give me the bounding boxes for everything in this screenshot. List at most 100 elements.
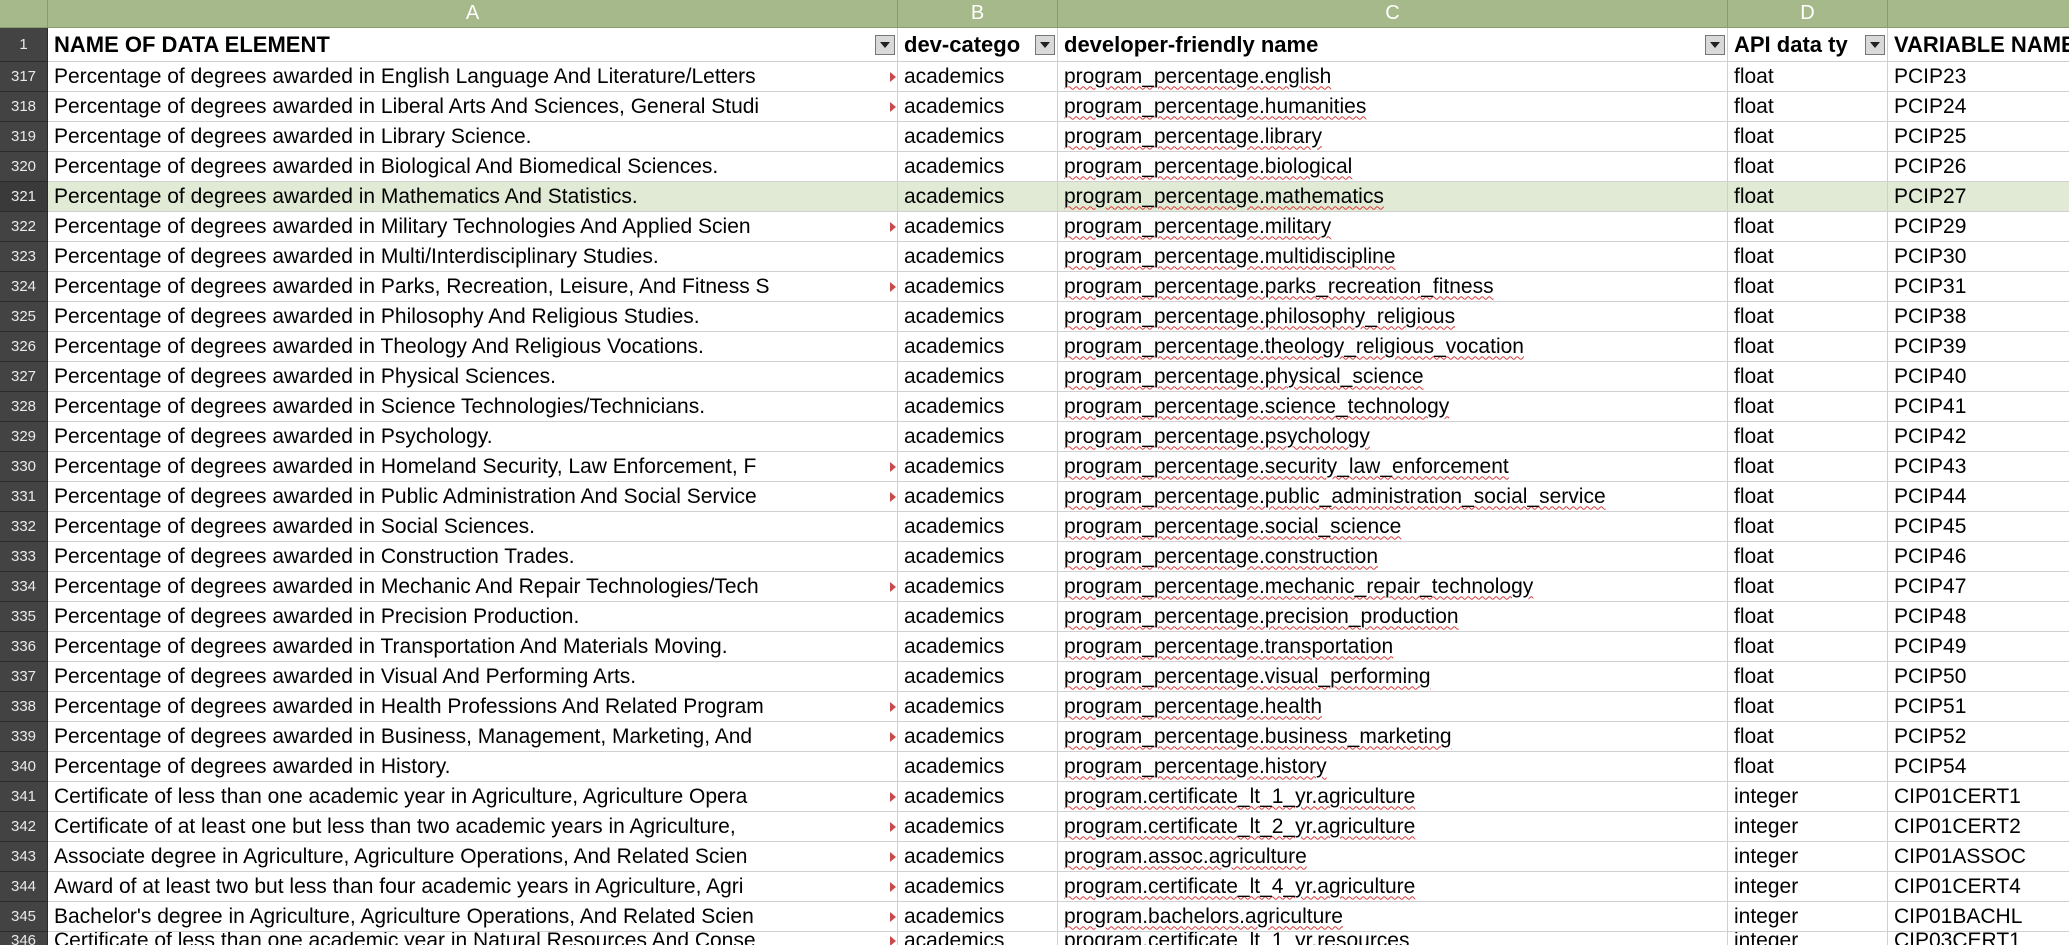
cell-developer-friendly-name[interactable]: program_percentage.mechanic_repair_techn… xyxy=(1058,572,1728,602)
cell-variable-name[interactable]: PCIP29 xyxy=(1888,212,2069,242)
cell-dev-category[interactable]: academics xyxy=(898,932,1058,945)
cell-variable-name[interactable]: CIP01ASSOC xyxy=(1888,842,2069,872)
cell-dev-category[interactable]: academics xyxy=(898,512,1058,542)
row-header[interactable]: 331 xyxy=(0,482,48,512)
cell-api-data-type[interactable]: float xyxy=(1728,482,1888,512)
cell-dev-category[interactable]: academics xyxy=(898,632,1058,662)
cell-name-of-data-element[interactable]: Percentage of degrees awarded in Physica… xyxy=(48,362,898,392)
cell-name-of-data-element[interactable]: Percentage of degrees awarded in Constru… xyxy=(48,542,898,572)
cell-dev-category[interactable]: academics xyxy=(898,752,1058,782)
cell-dev-category[interactable]: academics xyxy=(898,812,1058,842)
cell-api-data-type[interactable]: integer xyxy=(1728,812,1888,842)
cell-developer-friendly-name[interactable]: program_percentage.philosophy_religious xyxy=(1058,302,1728,332)
filter-dropdown-icon[interactable] xyxy=(1705,35,1725,55)
cell-api-data-type[interactable]: integer xyxy=(1728,842,1888,872)
row-header[interactable]: 343 xyxy=(0,842,48,872)
row-header[interactable]: 1 xyxy=(0,28,48,62)
cell-developer-friendly-name[interactable]: program.assoc.agriculture xyxy=(1058,842,1728,872)
cell-dev-category[interactable]: academics xyxy=(898,662,1058,692)
cell-dev-category[interactable]: academics xyxy=(898,272,1058,302)
cell-api-data-type[interactable]: float xyxy=(1728,512,1888,542)
cell-developer-friendly-name[interactable]: program_percentage.humanities xyxy=(1058,92,1728,122)
header-cell[interactable]: VARIABLE NAME xyxy=(1888,28,2069,62)
cell-api-data-type[interactable]: float xyxy=(1728,272,1888,302)
cell-dev-category[interactable]: academics xyxy=(898,242,1058,272)
cell-api-data-type[interactable]: float xyxy=(1728,542,1888,572)
cell-variable-name[interactable]: PCIP38 xyxy=(1888,302,2069,332)
cell-developer-friendly-name[interactable]: program.certificate_lt_1_yr.resources xyxy=(1058,932,1728,945)
row-header[interactable]: 327 xyxy=(0,362,48,392)
row-header[interactable]: 335 xyxy=(0,602,48,632)
row-header[interactable]: 328 xyxy=(0,392,48,422)
cell-dev-category[interactable]: academics xyxy=(898,392,1058,422)
cell-developer-friendly-name[interactable]: program_percentage.library xyxy=(1058,122,1728,152)
select-all-corner[interactable] xyxy=(0,0,48,28)
cell-dev-category[interactable]: academics xyxy=(898,422,1058,452)
cell-name-of-data-element[interactable]: Percentage of degrees awarded in Precisi… xyxy=(48,602,898,632)
cell-api-data-type[interactable]: float xyxy=(1728,422,1888,452)
cell-developer-friendly-name[interactable]: program_percentage.biological xyxy=(1058,152,1728,182)
cell-dev-category[interactable]: academics xyxy=(898,212,1058,242)
row-header[interactable]: 322 xyxy=(0,212,48,242)
cell-dev-category[interactable]: academics xyxy=(898,452,1058,482)
cell-api-data-type[interactable]: integer xyxy=(1728,782,1888,812)
row-header[interactable]: 323 xyxy=(0,242,48,272)
cell-api-data-type[interactable]: float xyxy=(1728,632,1888,662)
row-header[interactable]: 332 xyxy=(0,512,48,542)
cell-developer-friendly-name[interactable]: program_percentage.mathematics xyxy=(1058,182,1728,212)
cell-api-data-type[interactable]: float xyxy=(1728,722,1888,752)
cell-dev-category[interactable]: academics xyxy=(898,542,1058,572)
cell-variable-name[interactable]: CIP01CERT4 xyxy=(1888,872,2069,902)
cell-name-of-data-element[interactable]: Percentage of degrees awarded in Visual … xyxy=(48,662,898,692)
cell-variable-name[interactable]: PCIP26 xyxy=(1888,152,2069,182)
cell-dev-category[interactable]: academics xyxy=(898,362,1058,392)
cell-api-data-type[interactable]: float xyxy=(1728,392,1888,422)
cell-developer-friendly-name[interactable]: program_percentage.english xyxy=(1058,62,1728,92)
cell-dev-category[interactable]: academics xyxy=(898,302,1058,332)
cell-name-of-data-element[interactable]: Percentage of degrees awarded in Transpo… xyxy=(48,632,898,662)
cell-developer-friendly-name[interactable]: program.certificate_lt_2_yr.agriculture xyxy=(1058,812,1728,842)
row-header[interactable]: 320 xyxy=(0,152,48,182)
cell-name-of-data-element[interactable]: Percentage of degrees awarded in Liberal… xyxy=(48,92,898,122)
cell-name-of-data-element[interactable]: Percentage of degrees awarded in Public … xyxy=(48,482,898,512)
cell-variable-name[interactable]: PCIP47 xyxy=(1888,572,2069,602)
cell-api-data-type[interactable]: integer xyxy=(1728,872,1888,902)
cell-developer-friendly-name[interactable]: program_percentage.military xyxy=(1058,212,1728,242)
cell-developer-friendly-name[interactable]: program.certificate_lt_1_yr.agriculture xyxy=(1058,782,1728,812)
cell-name-of-data-element[interactable]: Percentage of degrees awarded in Mathema… xyxy=(48,182,898,212)
column-header[interactable]: A xyxy=(48,0,898,28)
cell-variable-name[interactable]: CIP03CERT1 xyxy=(1888,932,2069,945)
cell-name-of-data-element[interactable]: Percentage of degrees awarded in Psychol… xyxy=(48,422,898,452)
row-header[interactable]: 329 xyxy=(0,422,48,452)
cell-api-data-type[interactable]: float xyxy=(1728,752,1888,782)
cell-variable-name[interactable]: PCIP40 xyxy=(1888,362,2069,392)
cell-name-of-data-element[interactable]: Percentage of degrees awarded in Social … xyxy=(48,512,898,542)
row-header[interactable]: 333 xyxy=(0,542,48,572)
cell-developer-friendly-name[interactable]: program_percentage.physical_science xyxy=(1058,362,1728,392)
cell-dev-category[interactable]: academics xyxy=(898,872,1058,902)
cell-api-data-type[interactable]: float xyxy=(1728,362,1888,392)
cell-variable-name[interactable]: PCIP44 xyxy=(1888,482,2069,512)
cell-developer-friendly-name[interactable]: program_percentage.social_science xyxy=(1058,512,1728,542)
cell-dev-category[interactable]: academics xyxy=(898,602,1058,632)
cell-api-data-type[interactable]: float xyxy=(1728,662,1888,692)
cell-variable-name[interactable]: PCIP45 xyxy=(1888,512,2069,542)
row-header[interactable]: 345 xyxy=(0,902,48,932)
cell-developer-friendly-name[interactable]: program_percentage.security_law_enforcem… xyxy=(1058,452,1728,482)
cell-dev-category[interactable]: academics xyxy=(898,152,1058,182)
cell-name-of-data-element[interactable]: Percentage of degrees awarded in Philoso… xyxy=(48,302,898,332)
cell-name-of-data-element[interactable]: Certificate of less than one academic ye… xyxy=(48,932,898,945)
column-header[interactable] xyxy=(1888,0,2069,28)
row-header[interactable]: 337 xyxy=(0,662,48,692)
filter-dropdown-icon[interactable] xyxy=(1865,35,1885,55)
cell-developer-friendly-name[interactable]: program_percentage.history xyxy=(1058,752,1728,782)
cell-variable-name[interactable]: PCIP52 xyxy=(1888,722,2069,752)
row-header[interactable]: 344 xyxy=(0,872,48,902)
cell-name-of-data-element[interactable]: Percentage of degrees awarded in Parks, … xyxy=(48,272,898,302)
cell-api-data-type[interactable]: integer xyxy=(1728,902,1888,932)
header-cell[interactable]: API data ty xyxy=(1728,28,1888,62)
row-header[interactable]: 341 xyxy=(0,782,48,812)
cell-name-of-data-element[interactable]: Percentage of degrees awarded in Health … xyxy=(48,692,898,722)
cell-developer-friendly-name[interactable]: program.certificate_lt_4_yr.agriculture xyxy=(1058,872,1728,902)
cell-name-of-data-element[interactable]: Percentage of degrees awarded in Theolog… xyxy=(48,332,898,362)
